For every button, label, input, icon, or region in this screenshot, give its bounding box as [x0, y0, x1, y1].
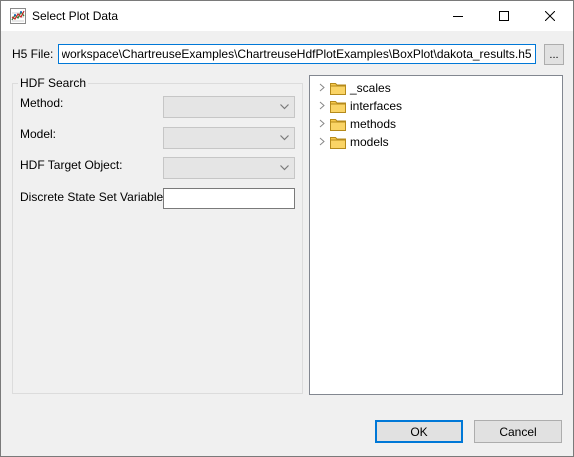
chevron-right-icon[interactable] — [319, 83, 325, 92]
window-title: Select Plot Data — [32, 9, 119, 23]
chevron-right-icon[interactable] — [319, 119, 325, 128]
minimize-button[interactable] — [435, 1, 481, 31]
h5-file-input[interactable] — [58, 44, 536, 64]
hdf-search-legend: HDF Search — [18, 76, 89, 90]
maximize-icon — [499, 11, 509, 21]
chevron-right-icon[interactable] — [319, 101, 325, 110]
chevron-right-icon[interactable] — [319, 137, 325, 146]
cancel-button[interactable]: Cancel — [474, 420, 562, 443]
tree-item-label: _scales — [350, 81, 391, 95]
folder-icon — [330, 101, 346, 113]
hdf-target-object-dropdown[interactable] — [163, 157, 295, 179]
tree-item-scales[interactable]: _scales — [319, 80, 519, 96]
select-plot-data-dialog: Select Plot Data H5 File: ... HDF Search… — [0, 0, 574, 457]
close-icon — [545, 11, 555, 21]
chevron-down-icon — [280, 104, 289, 110]
close-button[interactable] — [527, 1, 573, 31]
ok-button[interactable]: OK — [375, 420, 463, 443]
tree-item-interfaces[interactable]: interfaces — [319, 98, 519, 114]
discrete-state-set-variable-input[interactable] — [163, 188, 295, 209]
hdf-tree-view[interactable]: _scales interfaces methods models — [309, 75, 563, 395]
tree-item-label: models — [350, 135, 389, 149]
chevron-down-icon — [280, 135, 289, 141]
model-label: Model: — [20, 127, 57, 141]
method-dropdown[interactable] — [163, 96, 295, 118]
folder-icon — [330, 119, 346, 131]
minimize-icon — [453, 16, 463, 17]
tree-item-models[interactable]: models — [319, 134, 519, 150]
chart-icon — [10, 8, 26, 24]
title-bar[interactable]: Select Plot Data — [1, 1, 573, 31]
tree-item-methods[interactable]: methods — [319, 116, 519, 132]
h5-file-label: H5 File: — [12, 47, 54, 61]
maximize-button[interactable] — [481, 1, 527, 31]
tree-item-label: interfaces — [350, 99, 403, 113]
discrete-state-set-variable-label: Discrete State Set Variable: — [20, 190, 167, 204]
folder-icon — [330, 83, 346, 95]
hdf-target-object-label: HDF Target Object: — [20, 158, 123, 172]
folder-icon — [330, 137, 346, 149]
browse-button[interactable]: ... — [544, 44, 564, 65]
tree-item-label: methods — [350, 117, 397, 131]
model-dropdown[interactable] — [163, 127, 295, 149]
method-label: Method: — [20, 96, 64, 110]
chevron-down-icon — [280, 165, 289, 171]
